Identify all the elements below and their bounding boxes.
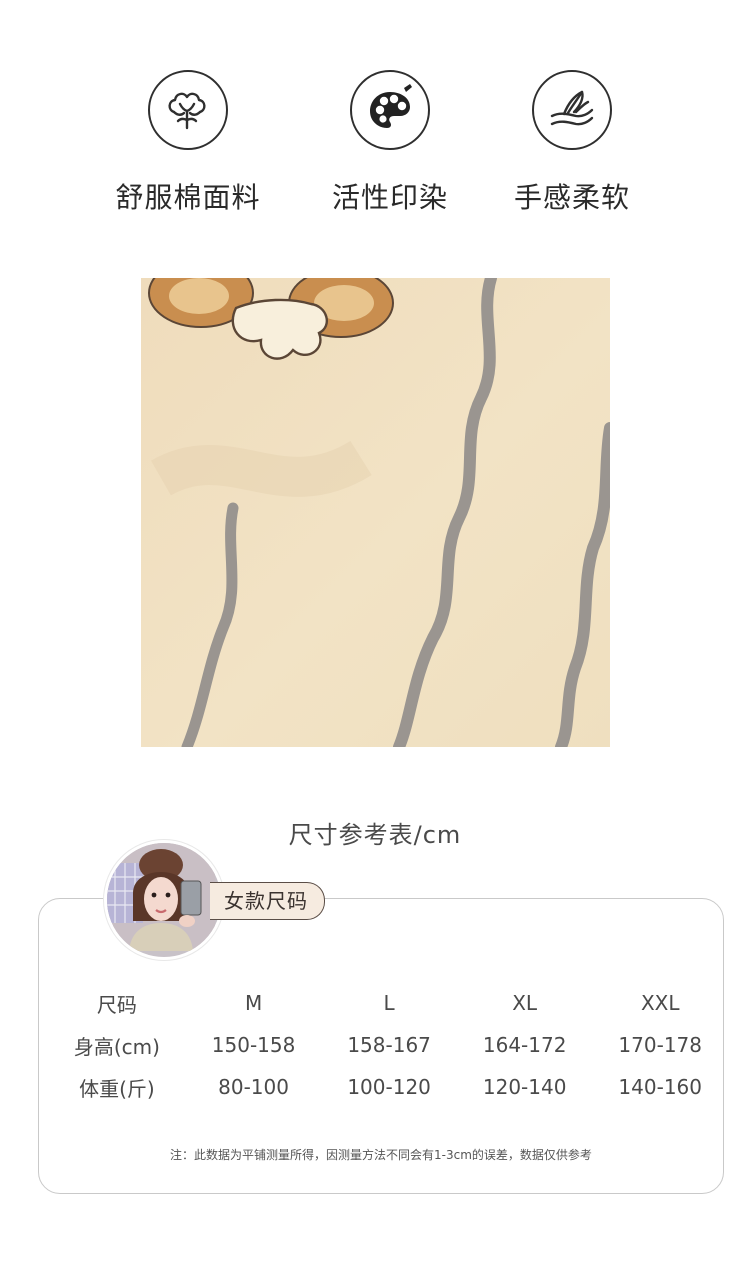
- avatar: [104, 840, 224, 960]
- feature-dye: 活性印染: [290, 60, 490, 216]
- table-cell: 158-167: [347, 1033, 431, 1057]
- table-cell: 164-172: [482, 1033, 567, 1057]
- table-cell: 尺码: [96, 992, 137, 1017]
- table-row: 身高(cm) 150-158 158-167 164-172 170-178: [48, 1024, 728, 1066]
- size-category-tag: 女款尺码: [210, 882, 325, 920]
- feature-soft: 手感柔软: [472, 60, 672, 216]
- table-cell: XXL: [640, 991, 680, 1015]
- table-cell: 100-120: [347, 1075, 431, 1099]
- table-cell: XL: [512, 991, 538, 1015]
- table-cell: 170-178: [618, 1033, 702, 1057]
- measurement-note: 注：此数据为平铺测量所得，因测量方法不同会有1-3cm的误差，数据仅供参考: [170, 1148, 592, 1162]
- table-cell: M: [244, 991, 263, 1015]
- size-chart-title: 尺寸参考表/cm: [288, 821, 462, 849]
- fabric-detail-image: [141, 278, 610, 747]
- cotton-flower-icon: [148, 70, 228, 150]
- feature-label: 活性印染: [331, 181, 448, 214]
- size-table: 尺码 M L XL XXL 身高(cm) 150-158 158-167 164…: [48, 982, 728, 1108]
- table-cell: 140-160: [618, 1075, 702, 1099]
- table-cell: 150-158: [211, 1033, 296, 1057]
- feature-label: 舒服棉面料: [115, 181, 261, 214]
- feature-row: 舒服棉面料 活性印染 手感柔软: [0, 60, 750, 230]
- feature-cotton: 舒服棉面料: [88, 60, 288, 216]
- table-cell: 体重(斤): [79, 1076, 155, 1101]
- table-row: 体重(斤) 80-100 100-120 120-140 140-160: [48, 1066, 728, 1108]
- table-cell: 80-100: [218, 1075, 289, 1099]
- table-cell: 120-140: [482, 1075, 567, 1099]
- feature-label: 手感柔软: [513, 181, 630, 214]
- table-header-row: 尺码 M L XL XXL: [48, 982, 728, 1024]
- table-cell: 身高(cm): [73, 1034, 160, 1059]
- table-cell: L: [383, 991, 395, 1015]
- paint-palette-icon: [350, 70, 430, 150]
- hand-feather-icon: [532, 70, 612, 150]
